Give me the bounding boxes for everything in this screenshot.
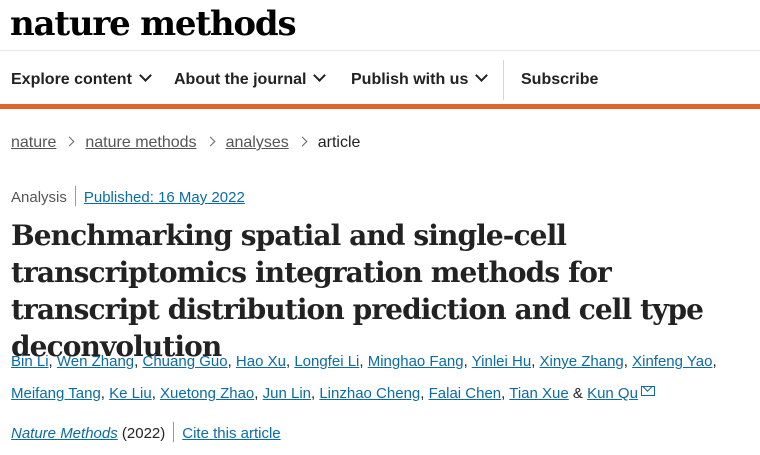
nav-about-journal[interactable]: About the journal — [174, 51, 327, 104]
chevron-down-icon — [139, 69, 152, 82]
article-type: Analysis — [11, 189, 67, 206]
author-link[interactable]: Jun Lin — [263, 385, 311, 402]
journal-info: Nature Methods (2022) Cite this article — [11, 422, 281, 444]
nav-publish-label: Publish with us — [351, 71, 469, 88]
nav-divider — [503, 60, 504, 100]
author-link[interactable]: Wen Zhang — [57, 353, 134, 370]
author-link[interactable]: Falai Chen — [429, 385, 502, 402]
author-link[interactable]: Xinfeng Yao — [632, 353, 712, 370]
author-link[interactable]: Longfei Li — [294, 353, 359, 370]
chevron-right-icon — [205, 136, 216, 147]
breadcrumb: nature nature methods analyses article — [11, 132, 360, 154]
author-link[interactable]: Ke Liu — [109, 385, 152, 402]
chevron-right-icon — [297, 136, 308, 147]
author-link[interactable]: Minghao Fang — [368, 353, 464, 370]
meta-divider — [74, 186, 76, 207]
subscribe-link[interactable]: Subscribe — [521, 51, 598, 104]
author-link[interactable]: Tian Xue — [509, 385, 568, 402]
author-link[interactable]: Yinlei Hu — [472, 353, 531, 370]
site-logo[interactable]: nature methods — [10, 4, 297, 44]
author-list: Bin Li, Wen Zhang, Chuang Guo, Hao Xu, L… — [11, 353, 717, 402]
breadcrumb-nature[interactable]: nature — [11, 134, 56, 151]
journal-name-link[interactable]: Nature Methods — [11, 425, 118, 442]
author-link[interactable]: Xuetong Zhao — [160, 385, 254, 402]
cite-article-link[interactable]: Cite this article — [182, 425, 280, 442]
article-meta: Analysis Published: 16 May 2022 — [11, 186, 245, 208]
accent-bar — [0, 104, 760, 109]
publication-year: (2022) — [121, 425, 166, 442]
chevron-right-icon — [64, 136, 75, 147]
breadcrumb-current: article — [317, 134, 361, 151]
published-date-link[interactable]: Published: 16 May 2022 — [84, 189, 245, 206]
breadcrumb-analyses[interactable]: analyses — [226, 134, 289, 151]
author-link[interactable]: Meifang Tang — [11, 385, 101, 402]
nav-explore-label: Explore content — [11, 71, 132, 88]
email-icon[interactable] — [640, 386, 655, 396]
author-link[interactable]: Bin Li — [11, 353, 49, 370]
author-link[interactable]: Xinye Zhang — [540, 353, 624, 370]
author-link[interactable]: Hao Xu — [236, 353, 286, 370]
author-connector: & — [568, 385, 588, 402]
nav-about-label: About the journal — [174, 71, 307, 88]
chevron-down-icon — [313, 69, 327, 82]
chevron-down-icon — [475, 69, 489, 82]
journal-divider — [173, 422, 175, 443]
nav-explore-content[interactable]: Explore content — [11, 51, 152, 104]
nav-publish-with-us[interactable]: Publish with us — [351, 51, 489, 104]
article-title: Benchmarking spatial and single-cell tra… — [11, 219, 704, 363]
main-nav: Explore content About the journal Publis… — [0, 51, 760, 104]
author-link[interactable]: Kun Qu — [587, 385, 638, 402]
author-link[interactable]: Chuang Guo — [143, 353, 228, 370]
author-link[interactable]: Linzhao Cheng — [319, 385, 420, 402]
breadcrumb-nature-methods[interactable]: nature methods — [85, 134, 196, 151]
